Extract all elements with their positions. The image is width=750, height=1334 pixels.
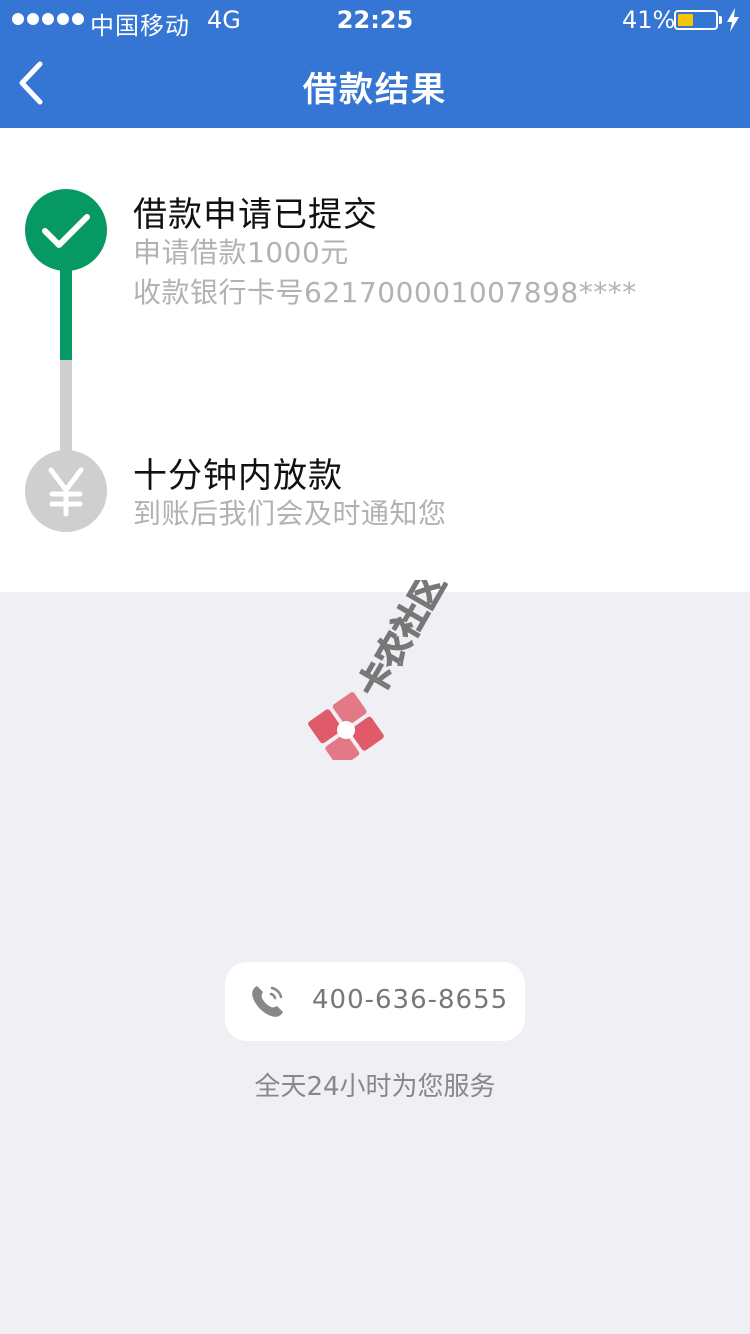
- step-pending-indicator: [25, 450, 107, 532]
- battery-percent: 41%: [622, 6, 676, 34]
- support-phone-number: 400-636-8655: [312, 985, 509, 1015]
- charging-bolt-icon: [727, 8, 739, 32]
- service-hours-text: 全天24小时为您服务: [254, 1072, 496, 1102]
- status-bar: 中国移动 4G 22:25 41%: [0, 0, 750, 40]
- battery-level-fill: [678, 14, 693, 26]
- battery-icon: [674, 10, 718, 30]
- call-support-button[interactable]: 400-636-8655: [225, 962, 525, 1041]
- step-detail-bank-card: 收款银行卡号621700001007898****: [133, 276, 637, 309]
- battery-tip: [719, 16, 722, 24]
- step-detail-notify: 到账后我们会及时通知您: [133, 497, 447, 530]
- step-title-submitted: 借款申请已提交: [133, 195, 378, 235]
- step-detail-amount: 申请借款1000元: [133, 236, 349, 269]
- loan-progress-card: 借款申请已提交 申请借款1000元 收款银行卡号621700001007898*…: [0, 128, 750, 592]
- watermark: 卡农社区: [300, 566, 460, 768]
- progress-line-pending: [60, 360, 72, 458]
- watermark-text: 卡农社区: [351, 580, 454, 705]
- check-icon: [42, 214, 90, 248]
- step-title-disbursement: 十分钟内放款: [133, 456, 343, 496]
- phone-icon: [252, 986, 283, 1017]
- step-done-indicator: [25, 189, 107, 271]
- navigation-bar: 借款结果: [0, 40, 750, 128]
- page-title: 借款结果: [303, 70, 447, 110]
- progress-line-completed: [60, 268, 72, 360]
- yen-icon: [48, 467, 84, 517]
- app-header: 中国移动 4G 22:25 41% 借款结果: [0, 0, 750, 128]
- kanong-logo-icon: 卡农社区: [308, 566, 455, 768]
